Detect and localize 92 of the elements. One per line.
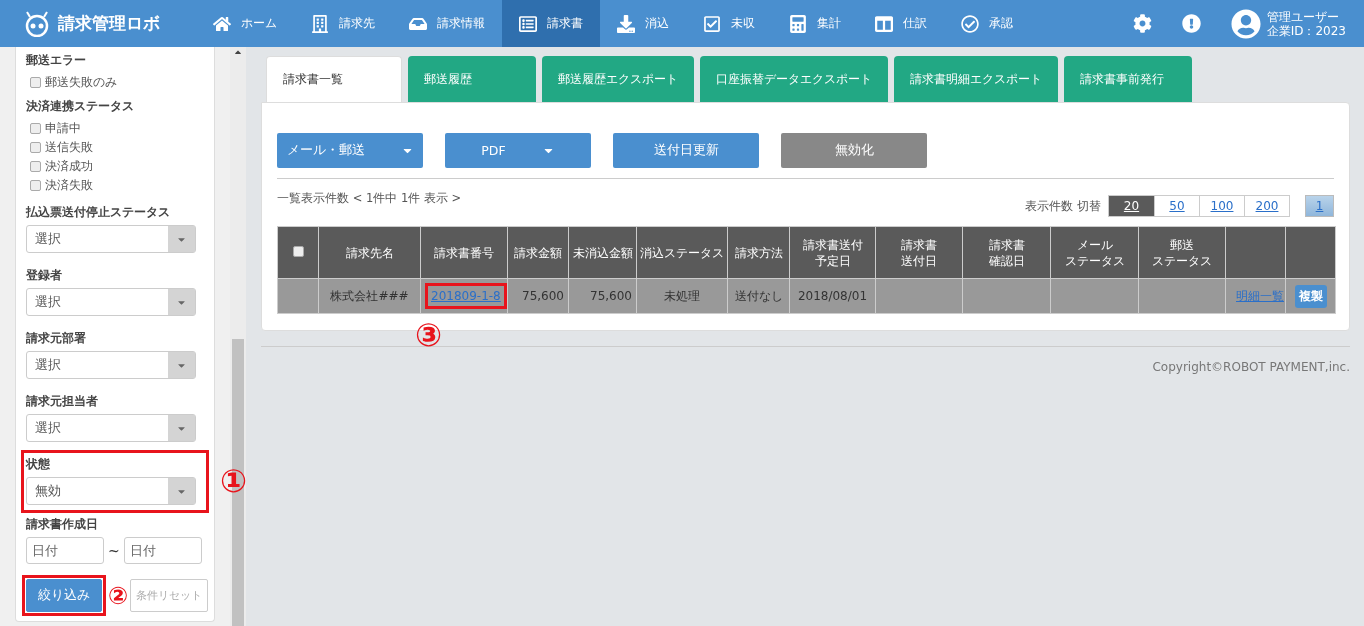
tab[interactable]: 郵送履歴 [408, 56, 536, 102]
reset-button[interactable]: 条件リセット [130, 579, 209, 612]
brand-name: 請求管理ロボ [58, 12, 160, 35]
calculator-icon [789, 14, 807, 33]
settings-icon[interactable] [1132, 14, 1152, 33]
nav-item[interactable]: 請求情報 [392, 0, 502, 47]
table-cell: 株式会社### [318, 278, 421, 314]
column-header: 送付日 [900, 252, 938, 269]
column-header: 請求先名 [344, 244, 395, 261]
checkbox-label: 送信失敗 [45, 139, 93, 156]
select-field[interactable]: 選択 [26, 288, 196, 316]
list-icon [519, 14, 537, 33]
filter-title: 払込票送付停止ステータス [26, 204, 171, 221]
columns-icon [875, 14, 893, 33]
building-icon [311, 14, 329, 33]
nav-item[interactable]: 仕訳 [858, 0, 944, 47]
column-header: 確認日 [987, 252, 1026, 269]
column-header: ステータス [1151, 252, 1213, 269]
checkbox-icon [703, 14, 721, 33]
company-id: 企業ID：2023 [1266, 23, 1346, 38]
user-avatar-icon[interactable] [1230, 8, 1261, 39]
checkbox-label: 郵送失敗のみ [45, 74, 117, 91]
alert-icon[interactable] [1181, 14, 1201, 33]
checkbox[interactable] [30, 123, 41, 134]
tab[interactable]: 請求書事前発行 [1064, 56, 1192, 102]
action-button[interactable]: メール・郵送 [277, 133, 423, 168]
range-separator: ~ [108, 542, 120, 559]
filter-title: 決済連携ステータス [26, 98, 135, 115]
select-field[interactable]: 選択 [26, 351, 196, 379]
column-header: 請求書番号 [433, 244, 495, 261]
tab[interactable]: 郵送履歴エクスポート [542, 56, 694, 102]
tab[interactable]: 請求書一覧 [266, 56, 402, 102]
user-name: 管理ユーザー [1266, 9, 1340, 24]
table-cell: 75,600 [507, 278, 569, 314]
filter-title: 請求元部署 [26, 330, 87, 347]
filter-title: 郵送エラー [26, 52, 87, 69]
page-size-label: 表示件数 切替 [1025, 198, 1101, 214]
nav-item[interactable]: 集計 [772, 0, 858, 47]
step-number: ② [108, 583, 129, 608]
tab[interactable]: 請求書明細エクスポート [894, 56, 1058, 102]
column-header: 請求書送付 [801, 236, 864, 253]
column-header: ステータス [1063, 252, 1126, 269]
select-field[interactable]: 選択 [26, 414, 196, 442]
date-field[interactable]: 日付 [123, 537, 202, 564]
nav-item[interactable]: 請求先 [294, 0, 392, 47]
step-number: ① [220, 465, 248, 497]
action-button[interactable]: 送付日更新 [613, 133, 759, 168]
table-cell: 送付なし [727, 278, 790, 314]
select-field[interactable]: 無効 [26, 477, 196, 505]
column-header: 未消込金額 [571, 244, 634, 261]
column-header: 消込ステータス [639, 244, 725, 261]
checkbox-label: 決済成功 [45, 158, 93, 175]
house-icon [213, 14, 231, 33]
column-header: 請求書 [900, 236, 938, 253]
column-header: 予定日 [813, 252, 852, 269]
action-button[interactable]: PDF [445, 133, 591, 168]
select-all-checkbox[interactable] [292, 245, 304, 257]
date-field[interactable]: 日付 [26, 537, 104, 564]
column-header: 請求金額 [513, 244, 563, 261]
checkbox[interactable] [30, 180, 41, 191]
nav-item[interactable]: 未収 [686, 0, 772, 47]
select-field[interactable]: 選択 [26, 225, 196, 253]
nav-item[interactable]: ホーム [196, 0, 294, 47]
page-size-option[interactable]: 20 [1109, 196, 1154, 216]
filter-title: 登録者 [26, 267, 63, 284]
filter-title: 請求書作成日 [26, 516, 99, 533]
action-button[interactable]: 無効化 [781, 133, 927, 168]
table-cell: 未処理 [636, 278, 728, 314]
checkbox[interactable] [30, 142, 41, 153]
checkbox[interactable] [30, 77, 41, 88]
checkbox[interactable] [30, 161, 41, 172]
result-summary: 一覧表示件数 < 1件中 1件 表示 > [277, 191, 462, 206]
column-header: メール [1075, 236, 1114, 253]
page-button[interactable]: 1 [1305, 195, 1334, 217]
column-header: 郵送 [1169, 236, 1195, 253]
table-cell: 2018/08/01 [789, 278, 876, 314]
column-header: 請求書 [987, 236, 1026, 253]
table-cell: 75,600 [568, 278, 637, 314]
filter-title: 状態 [26, 456, 51, 473]
download-icon [617, 14, 635, 33]
duplicate-button[interactable]: 複製 [1294, 284, 1327, 308]
filter-title: 請求元担当者 [26, 393, 99, 410]
column-header: 請求方法 [733, 244, 784, 261]
nav-item[interactable]: 消込 [600, 0, 686, 47]
filter-button[interactable]: 絞り込み [26, 579, 102, 612]
checkbox-label: 決済失敗 [45, 177, 93, 194]
nav-item[interactable]: 承認 [944, 0, 1030, 47]
step-number: ③ [415, 319, 443, 351]
checkbox-label: 申請中 [45, 120, 81, 137]
nav-item[interactable]: 請求書 [502, 0, 600, 47]
tab[interactable]: 口座振替データエクスポート [700, 56, 888, 102]
copyright-text: Copyright©ROBOT PAYMENT,inc. [1152, 360, 1350, 374]
